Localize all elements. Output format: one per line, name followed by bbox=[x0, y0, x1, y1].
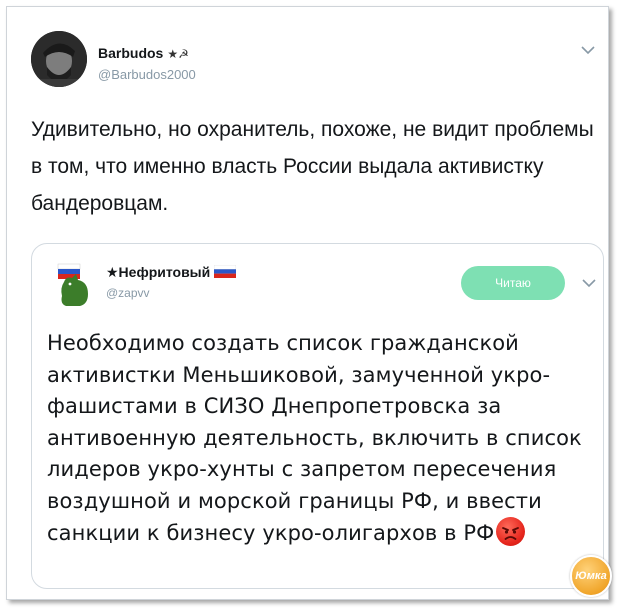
author-name[interactable]: Barbudos ★☭ bbox=[98, 45, 189, 61]
quoted-author-name[interactable]: ★Нефритовый bbox=[106, 264, 237, 281]
russia-flag-icon bbox=[213, 264, 237, 278]
author-badge: ★☭ bbox=[167, 47, 189, 61]
quoted-chevron-down-icon[interactable] bbox=[582, 278, 596, 288]
quoted-author-handle[interactable]: @zapvv bbox=[106, 286, 150, 300]
quoted-author-name-text: ★Нефритовый bbox=[106, 264, 211, 280]
author-name-text: Barbudos bbox=[98, 45, 164, 61]
tweet-text: Удивительно, но охранитель, похоже, не в… bbox=[31, 118, 594, 215]
watermark-logo: Юмка bbox=[570, 555, 612, 597]
quoted-tweet-text-content: Необходимо создать список гражданской ак… bbox=[47, 331, 582, 545]
chevron-down-icon[interactable] bbox=[581, 45, 595, 55]
quoted-tweet-text: Необходимо создать список гражданской ак… bbox=[47, 328, 597, 550]
tweet-card: Barbudos ★☭ @Barbudos2000 Удивительно, но… bbox=[6, 6, 612, 600]
author-avatar[interactable] bbox=[31, 31, 87, 87]
follow-button[interactable]: Читаю bbox=[461, 266, 565, 300]
angry-face-icon bbox=[496, 517, 526, 546]
quoted-avatar[interactable] bbox=[54, 262, 94, 310]
author-handle[interactable]: @Barbudos2000 bbox=[98, 67, 196, 82]
quoted-tweet[interactable]: ★Нефритовый @zapvv Читаю Необходимо созд… bbox=[31, 243, 604, 589]
